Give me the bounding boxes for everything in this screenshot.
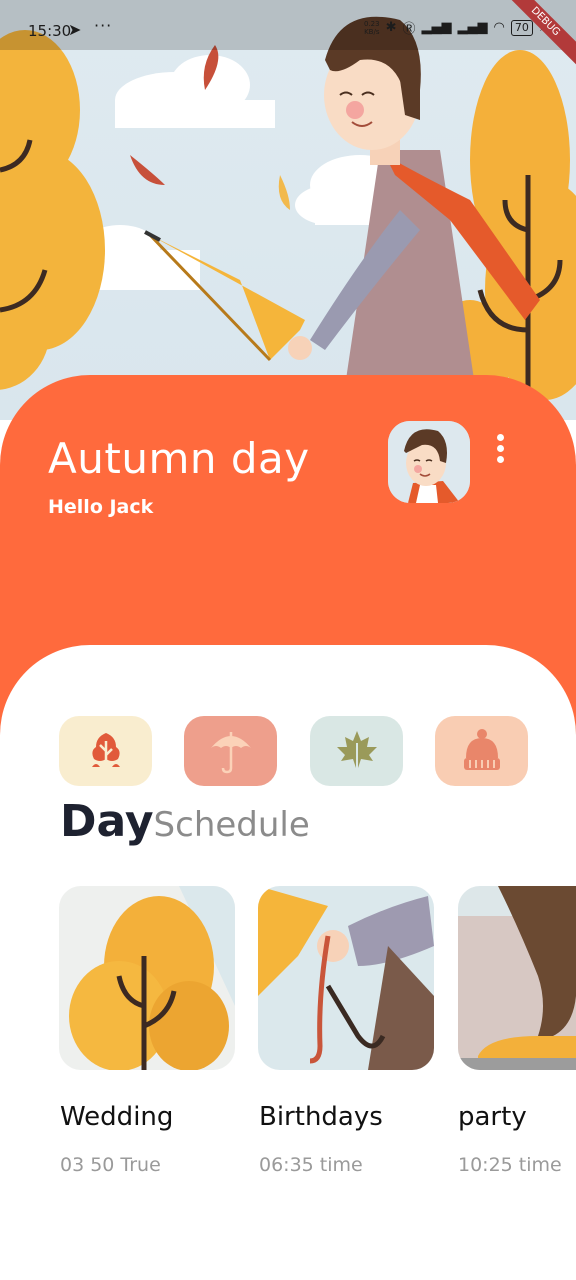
- status-indicators: 0.23 KB/s ✱ Ⓡ ▂▄▆ ▂▄▆ ◠ 70 ⚡: [364, 18, 548, 37]
- schedule-heading: DaySchedule: [60, 796, 310, 847]
- bluetooth-icon: ✱: [385, 20, 397, 35]
- event-subtitle-wedding: 03 50 True: [60, 1154, 161, 1176]
- more-notifications-icon: ···: [94, 16, 113, 35]
- status-bar: 15:30 ➤ ··· 0.23 KB/s ✱ Ⓡ ▂▄▆ ▂▄▆ ◠ 70 ⚡…: [0, 0, 576, 74]
- net-speed-value: 0.23: [364, 19, 380, 28]
- category-umbrella-button[interactable]: [184, 716, 277, 786]
- wifi-icon: ◠: [493, 20, 505, 35]
- signal-icon: ▂▄▆: [421, 20, 452, 35]
- event-card-image-wedding[interactable]: [59, 886, 235, 1070]
- tree-icon: [91, 733, 120, 769]
- battery-icon: 70: [510, 19, 533, 36]
- event-title-birthdays: Birthdays: [259, 1102, 383, 1132]
- category-tree-button[interactable]: [59, 716, 152, 786]
- net-speed: 0.23 KB/s: [364, 20, 380, 36]
- hero-illustration: [0, 0, 576, 420]
- schedule-heading-rest: Schedule: [153, 805, 310, 845]
- more-options-button[interactable]: [490, 434, 510, 470]
- event-title-wedding: Wedding: [60, 1102, 174, 1132]
- event-card-image-party[interactable]: [458, 886, 576, 1070]
- schedule-heading-bold: Day: [60, 796, 154, 847]
- category-hat-button[interactable]: [435, 716, 528, 786]
- event-subtitle-party: 10:25 time: [458, 1154, 562, 1176]
- beanie-hat-icon: [463, 729, 500, 770]
- umbrella-icon: [210, 732, 251, 774]
- event-card-image-birthdays[interactable]: [258, 886, 434, 1070]
- page-title: Autumn day: [48, 434, 310, 483]
- event-title-party: party: [458, 1102, 527, 1132]
- maple-leaf-icon: [336, 731, 377, 771]
- category-leaf-button[interactable]: [310, 716, 403, 786]
- signal-2-icon: ▂▄▆: [457, 20, 488, 35]
- event-subtitle-birthdays: 06:35 time: [259, 1154, 363, 1176]
- greeting-text: Hello Jack: [48, 496, 154, 518]
- status-time: 15:30: [28, 22, 72, 40]
- telegram-icon: ➤: [68, 20, 82, 39]
- net-speed-unit: KB/s: [364, 27, 380, 36]
- avatar[interactable]: [388, 421, 470, 503]
- registered-icon: Ⓡ: [402, 22, 416, 37]
